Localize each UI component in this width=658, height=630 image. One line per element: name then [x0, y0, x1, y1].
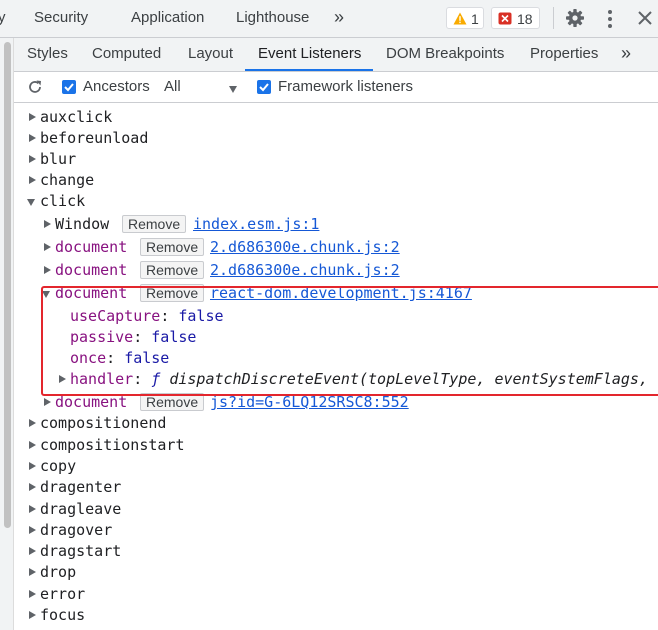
- chevron-down-icon: [229, 86, 237, 93]
- event-item[interactable]: dragstart: [0, 541, 600, 562]
- filter-value: All: [164, 78, 181, 95]
- highlight-box: [41, 286, 658, 396]
- listener-row[interactable]: Window Remove index.esm.js:1: [0, 214, 658, 235]
- errors-badge[interactable]: 18: [491, 7, 540, 29]
- event-name: compositionend: [40, 414, 167, 432]
- expand-arrow-icon[interactable]: [29, 441, 36, 449]
- divider: [553, 7, 554, 29]
- event-name: beforeunload: [40, 129, 149, 147]
- event-item-expanded[interactable]: click: [0, 191, 600, 212]
- ancestors-label: Ancestors: [83, 78, 150, 95]
- event-item[interactable]: dragover: [0, 520, 600, 541]
- close-icon[interactable]: [637, 10, 653, 26]
- warning-icon: [453, 12, 467, 25]
- devtools-panel-tabbar: y Security Application Lighthouse » 1 18: [0, 0, 658, 38]
- gear-icon[interactable]: [565, 8, 585, 28]
- tab-dom-breakpoints[interactable]: DOM Breakpoints: [386, 45, 504, 62]
- framework-listeners-checkbox[interactable]: [257, 80, 271, 94]
- tab-security[interactable]: Security: [34, 9, 88, 26]
- event-name: dragenter: [40, 478, 122, 496]
- event-item[interactable]: dragenter: [0, 477, 600, 498]
- ancestors-checkbox[interactable]: [62, 80, 76, 94]
- expand-arrow-icon[interactable]: [29, 611, 36, 619]
- listener-row[interactable]: document Remove 2.d686300e.chunk.js:2: [0, 237, 658, 258]
- expand-arrow-icon[interactable]: [44, 243, 51, 251]
- expand-arrow-icon[interactable]: [29, 176, 36, 184]
- event-name: click: [40, 192, 86, 210]
- listener-filter-select[interactable]: All: [164, 77, 244, 97]
- expand-arrow-icon[interactable]: [29, 419, 36, 427]
- listener-node: document: [55, 261, 128, 279]
- checkmark-icon: [64, 83, 74, 92]
- listener-node: Window: [55, 215, 110, 233]
- error-icon: [498, 12, 512, 25]
- event-name: auxclick: [40, 108, 113, 126]
- event-item[interactable]: blur: [0, 149, 600, 170]
- source-link[interactable]: 2.d686300e.chunk.js:2: [210, 260, 400, 281]
- kebab-menu-icon[interactable]: [606, 9, 614, 29]
- expand-arrow-icon[interactable]: [29, 134, 36, 142]
- event-name: dragover: [40, 521, 113, 539]
- event-item[interactable]: auxclick: [0, 107, 600, 128]
- refresh-icon[interactable]: [27, 79, 43, 95]
- event-item[interactable]: drop: [0, 562, 600, 583]
- tab-properties[interactable]: Properties: [530, 45, 598, 62]
- expand-arrow-icon[interactable]: [29, 113, 36, 121]
- event-item[interactable]: copy: [0, 456, 600, 477]
- event-name: change: [40, 171, 95, 189]
- event-item[interactable]: error: [0, 584, 600, 605]
- tab-lighthouse[interactable]: Lighthouse: [236, 9, 309, 26]
- collapse-arrow-icon[interactable]: [27, 199, 35, 206]
- expand-arrow-icon[interactable]: [29, 505, 36, 513]
- more-tabs-chevron-icon[interactable]: »: [334, 7, 344, 28]
- source-link[interactable]: 2.d686300e.chunk.js:2: [210, 237, 400, 258]
- warnings-count: 1: [471, 11, 479, 27]
- source-link[interactable]: index.esm.js:1: [193, 214, 319, 235]
- event-item[interactable]: focus: [0, 605, 600, 626]
- listener-node: document: [55, 238, 128, 256]
- remove-button[interactable]: Remove: [140, 261, 205, 279]
- errors-count: 18: [517, 11, 533, 27]
- warnings-badge[interactable]: 1: [446, 7, 484, 29]
- framework-listeners-label: Framework listeners: [278, 78, 414, 95]
- remove-button[interactable]: Remove: [140, 238, 205, 256]
- event-name: dragstart: [40, 542, 122, 560]
- expand-arrow-icon[interactable]: [29, 526, 36, 534]
- expand-arrow-icon[interactable]: [29, 462, 36, 470]
- more-tabs-chevron-icon[interactable]: »: [621, 43, 631, 64]
- tab-console-partial[interactable]: y: [0, 9, 6, 26]
- expand-arrow-icon[interactable]: [44, 398, 51, 406]
- expand-arrow-icon[interactable]: [29, 483, 36, 491]
- event-name: copy: [40, 457, 77, 475]
- event-item[interactable]: change: [0, 170, 600, 191]
- event-item[interactable]: compositionstart: [0, 435, 600, 456]
- event-name: blur: [40, 150, 77, 168]
- event-item[interactable]: beforeunload: [0, 128, 600, 149]
- event-name: compositionstart: [40, 436, 185, 454]
- expand-arrow-icon[interactable]: [29, 568, 36, 576]
- event-item[interactable]: dragleave: [0, 499, 600, 520]
- expand-arrow-icon[interactable]: [29, 155, 36, 163]
- tab-styles[interactable]: Styles: [27, 45, 68, 62]
- remove-button[interactable]: Remove: [122, 215, 187, 233]
- expand-arrow-icon[interactable]: [29, 547, 36, 555]
- active-tab-indicator: [245, 69, 373, 71]
- event-listeners-toolbar: Ancestors All Framework listeners: [14, 72, 658, 103]
- expand-arrow-icon[interactable]: [29, 590, 36, 598]
- tab-application[interactable]: Application: [131, 9, 204, 26]
- expand-arrow-icon[interactable]: [44, 266, 51, 274]
- event-item[interactable]: compositionend: [0, 413, 600, 434]
- event-name: drop: [40, 563, 77, 581]
- event-name: focus: [40, 606, 86, 624]
- listener-row[interactable]: document Remove 2.d686300e.chunk.js:2: [0, 260, 658, 281]
- expand-arrow-icon[interactable]: [44, 220, 51, 228]
- tab-layout[interactable]: Layout: [188, 45, 233, 62]
- tab-event-listeners[interactable]: Event Listeners: [258, 45, 361, 62]
- sidebar-tabbar: Styles Computed Layout Event Listeners D…: [14, 38, 658, 72]
- checkmark-icon: [259, 83, 269, 92]
- tab-computed[interactable]: Computed: [92, 45, 161, 62]
- event-name: dragleave: [40, 500, 122, 518]
- event-name: error: [40, 585, 86, 603]
